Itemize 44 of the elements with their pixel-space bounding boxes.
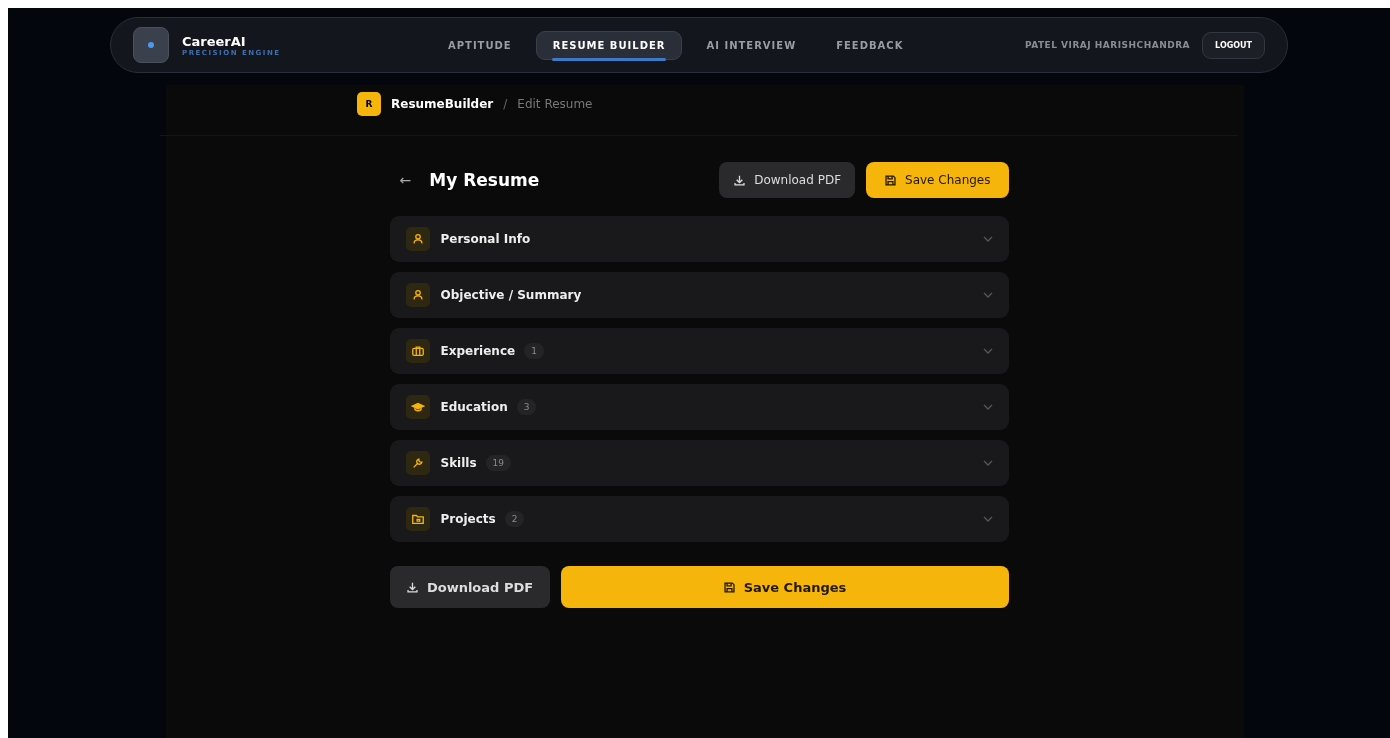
section-title: Experience [440,344,516,358]
section-icon [405,339,430,363]
nav-tab[interactable]: RESUME BUILDER [535,30,683,60]
count-badge: 3 [516,399,537,415]
section-title: Projects [440,512,496,526]
section-title: Personal Info [440,232,531,246]
breadcrumb-separator: / [503,97,508,111]
app-badge: R [357,92,381,116]
section-icon [405,507,430,531]
logo-icon [133,27,169,63]
user-name: PATEL VIRAJ HARISHCHANDRA [1024,40,1191,50]
section-header[interactable]: Skills 19 [389,440,1009,486]
download-pdf-button[interactable]: Download PDF [719,162,856,198]
brand-name: CareerAI [182,33,247,49]
section-header[interactable]: Objective / Summary [389,272,1009,318]
download-pdf-button[interactable]: Download PDF [389,566,550,608]
section-icon [405,451,430,475]
breadcrumb-link[interactable]: ResumeBuilder [391,97,494,111]
section-icon [405,227,430,251]
section-header[interactable]: Projects 2 [389,496,1009,542]
download-icon [405,580,419,594]
nav-tab[interactable]: AI INTERVIEW [690,30,813,60]
download-icon [733,173,747,187]
section-icon [405,283,430,307]
save-icon [884,173,898,187]
count-badge: 19 [485,455,512,471]
section-title: Education [440,400,508,414]
save-changes-button[interactable]: Save Changes [866,162,1009,198]
count-badge: 2 [504,511,525,527]
nav-tab[interactable]: APTITUDE [432,30,528,60]
section-header[interactable]: Personal Info [389,216,1009,262]
section-title: Skills [440,456,477,470]
section-header[interactable]: Education 3 [389,384,1009,430]
section-header[interactable]: Experience 1 [389,328,1009,374]
nav-tab[interactable]: FEEDBACK [820,30,920,60]
section-title: Objective / Summary [440,288,582,302]
back-button[interactable]: ← [399,172,412,188]
count-badge: 1 [524,343,544,359]
save-changes-button[interactable]: Save Changes [560,566,1009,608]
page-title: My Resume [429,170,540,190]
save-icon [722,580,736,594]
breadcrumb-current: Edit Resume [517,97,593,111]
logout-button[interactable]: LOGOUT [1202,31,1265,59]
section-icon [405,395,430,419]
